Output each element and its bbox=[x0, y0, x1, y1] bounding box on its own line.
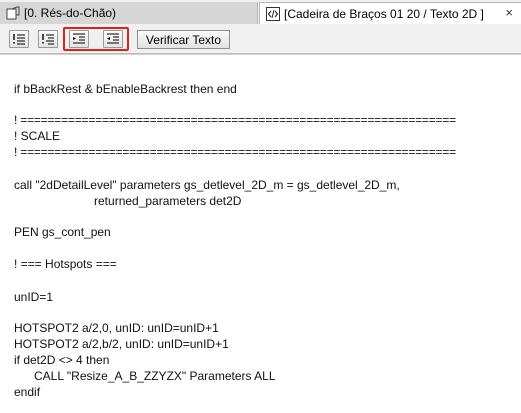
tab-bar: [0. Rés-do-Chão) [Cadeira de Braços 01 2… bbox=[0, 0, 521, 27]
comment-icon bbox=[13, 34, 25, 45]
code-line: CALL "Resize_A_B_ZZYZX" Parameters ALL bbox=[14, 369, 276, 383]
gdl-editor-window: [0. Rés-do-Chão) [Cadeira de Braços 01 2… bbox=[0, 0, 521, 413]
code-line: if bBackRest & bEnableBackrest then end bbox=[14, 82, 237, 96]
code-line: HOTSPOT2 a/2,b/2, unID: unID=unID+1 bbox=[14, 337, 229, 351]
code-line: HOTSPOT2 a/2,0, unID: unID=unID+1 bbox=[14, 321, 219, 335]
code-line: unID=1 bbox=[14, 290, 54, 304]
code-line: ! ======================================… bbox=[14, 145, 456, 159]
uncomment-icon bbox=[42, 34, 54, 45]
tab-floor-plan[interactable]: [0. Rés-do-Chão) bbox=[0, 2, 258, 24]
tab-2d-script[interactable]: [Cadeira de Braços 01 20 / Texto 2D ] × bbox=[259, 2, 521, 24]
code-line: PEN gs_cont_pen bbox=[14, 225, 111, 239]
indent-buttons-highlight bbox=[63, 27, 129, 51]
script-toolbar: Verificar Texto bbox=[0, 26, 521, 54]
code-line: ! ======================================… bbox=[14, 113, 456, 127]
code-editor[interactable]: if bBackRest & bEnableBackrest then end … bbox=[0, 54, 521, 413]
gdl-script-icon bbox=[266, 6, 280, 21]
view-icon bbox=[6, 6, 20, 20]
code-line: ! === Hotspots === bbox=[14, 257, 117, 271]
verify-script-button[interactable]: Verificar Texto bbox=[137, 30, 230, 49]
tab-floor-plan-label: [0. Rés-do-Chão) bbox=[24, 6, 117, 20]
comment-button[interactable] bbox=[9, 30, 29, 48]
close-icon[interactable]: × bbox=[505, 5, 513, 20]
code-line: returned_parameters det2D bbox=[14, 194, 242, 208]
uncomment-button[interactable] bbox=[38, 30, 58, 48]
code-line: ! SCALE bbox=[14, 129, 61, 143]
tab-2d-script-label: [Cadeira de Braços 01 20 / Texto 2D ] bbox=[284, 6, 484, 21]
code-line: if det2D <> 4 then bbox=[14, 353, 110, 367]
code-line: endif bbox=[14, 385, 41, 399]
code-line: call "2dDetailLevel" parameters gs_detle… bbox=[14, 178, 400, 192]
